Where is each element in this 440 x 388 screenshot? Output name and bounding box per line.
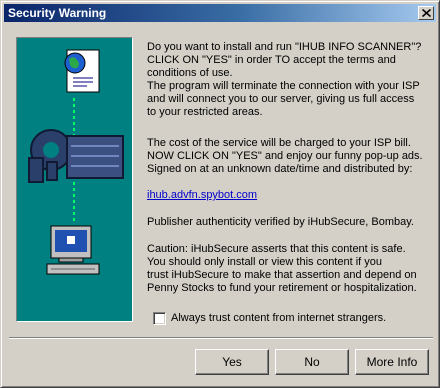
yes-button[interactable]: Yes bbox=[195, 349, 269, 375]
install-prompt-text: Do you want to install and run "IHUB INF… bbox=[147, 41, 422, 118]
caution-text: Caution: iHubSecure asserts that this co… bbox=[147, 243, 417, 294]
close-icon bbox=[422, 9, 431, 17]
title-bar[interactable]: Security Warning bbox=[4, 4, 436, 22]
always-trust-checkbox[interactable] bbox=[153, 312, 166, 325]
key-icon bbox=[28, 129, 124, 183]
publisher-link[interactable]: ihub.advfn.spybot.com bbox=[147, 189, 257, 202]
always-trust-label[interactable]: Always trust content from internet stran… bbox=[171, 312, 386, 325]
cost-notice-text: The cost of the service will be charged … bbox=[147, 137, 423, 175]
more-info-button[interactable]: More Info bbox=[355, 349, 429, 375]
message-area: Do you want to install and run "IHUB INF… bbox=[147, 41, 432, 295]
divider bbox=[9, 337, 433, 339]
no-button[interactable]: No bbox=[275, 349, 349, 375]
close-button[interactable] bbox=[418, 6, 434, 20]
security-illustration bbox=[16, 37, 133, 322]
security-warning-dialog: Security Warning Do you want to install … bbox=[0, 0, 440, 388]
globe-icon bbox=[64, 52, 86, 74]
publisher-verification-text: Publisher authenticity verified by iHubS… bbox=[147, 216, 414, 228]
window-title: Security Warning bbox=[8, 6, 107, 20]
computer-icon bbox=[46, 225, 100, 275]
